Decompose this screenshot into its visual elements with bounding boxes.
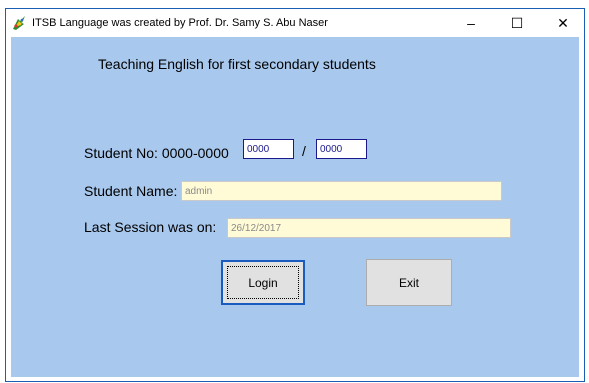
window-bottom-edge [11,377,579,381]
student-name-label: Student Name: [84,183,178,199]
student-no-label: Student No: 0000-0000 [84,145,229,161]
form-heading: Teaching English for first secondary stu… [98,56,376,72]
last-session-label: Last Session was on: [84,219,217,235]
exit-button-label: Exit [398,275,419,290]
maximize-button[interactable]: ☐ [494,9,540,37]
close-icon: ✕ [557,14,569,31]
window-title: ITSB Language was created by Prof. Dr. S… [32,17,328,29]
student-no-separator: / [302,143,306,159]
login-button-label: Login [248,275,278,290]
close-button[interactable]: ✕ [540,9,586,37]
app-window: ITSB Language was created by Prof. Dr. S… [5,8,585,382]
login-form-panel: Teaching English for first secondary stu… [11,37,579,377]
app-icon [11,15,27,31]
login-button[interactable]: Login [221,260,305,305]
student-no-part1-input[interactable] [243,139,294,159]
maximize-icon: ☐ [510,14,524,31]
last-session-field[interactable] [227,218,511,238]
student-name-field[interactable] [181,181,502,201]
minimize-button[interactable]: – [448,9,494,37]
minimize-icon: – [467,15,475,31]
title-bar[interactable]: ITSB Language was created by Prof. Dr. S… [6,9,584,37]
exit-button[interactable]: Exit [366,259,452,306]
student-no-part2-input[interactable] [316,139,367,159]
